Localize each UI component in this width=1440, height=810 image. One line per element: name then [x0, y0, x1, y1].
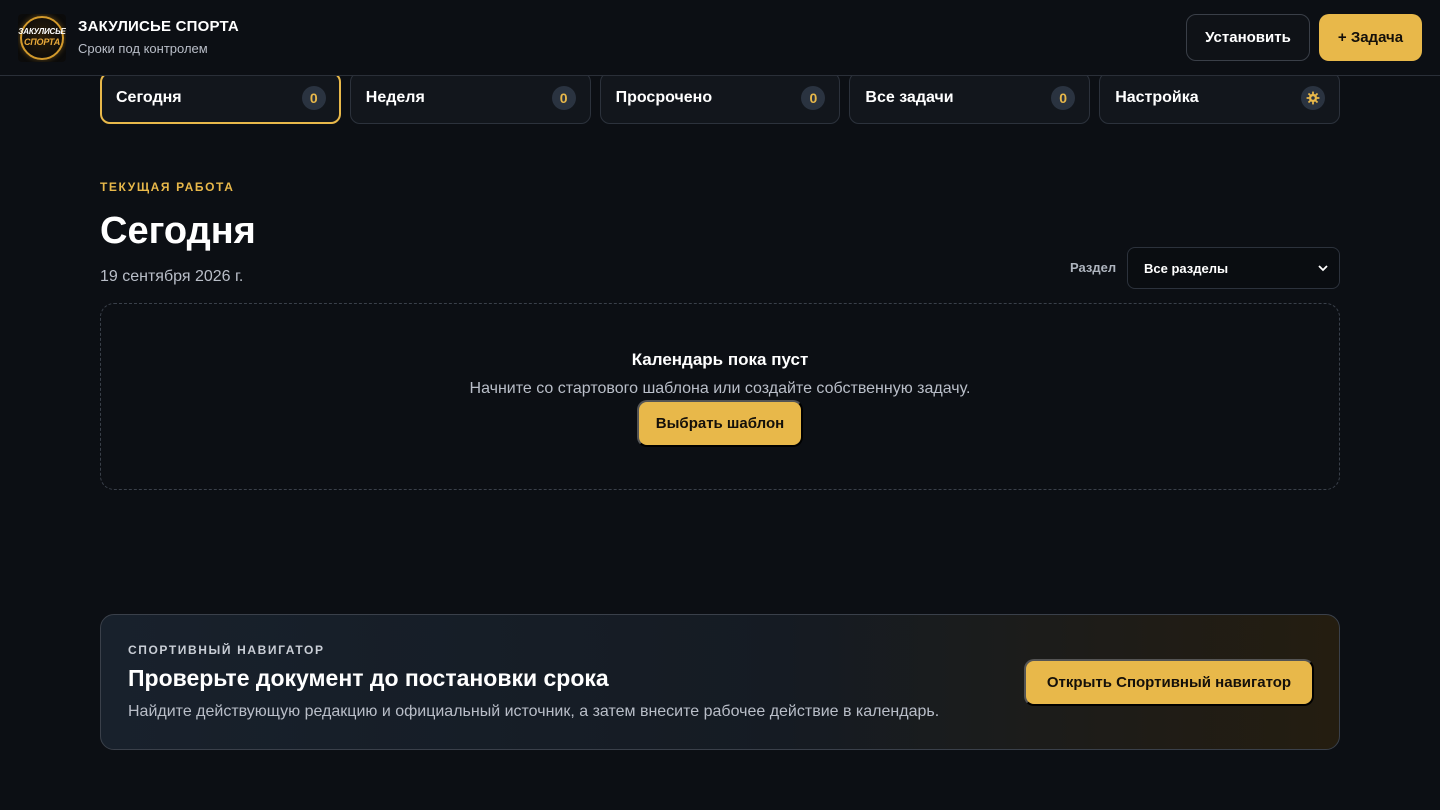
tab-all-tasks[interactable]: Все задачи 0 — [849, 72, 1091, 124]
section-filter-value: Все разделы — [1144, 260, 1229, 276]
tab-label: Просрочено — [615, 89, 713, 106]
current-date: 19 сентября 2026 г. — [100, 268, 244, 285]
top-bar: ЗАКУЛИСЬЕ СПОРТА ЗАКУЛИСЬЕ СПОРТА Сроки … — [0, 0, 1440, 76]
section-eyebrow: ТЕКУЩАЯ РАБОТА — [100, 180, 235, 194]
navigator-text: Найдите действующую редакцию и официальн… — [128, 703, 940, 720]
chevron-down-icon — [1318, 265, 1328, 272]
brand-subtitle: Сроки под контролем — [78, 41, 208, 56]
gear-icon — [1300, 86, 1325, 110]
tab-today[interactable]: Сегодня 0 — [100, 72, 341, 124]
tab-label: Неделя — [365, 89, 425, 106]
navigator-title: Проверьте документ до постановки срока — [128, 665, 609, 691]
open-navigator-button[interactable]: Открыть Спортивный навигатор — [1024, 659, 1314, 706]
section-filter-select[interactable]: Все разделы — [1127, 247, 1340, 289]
logo-text-bottom: СПОРТА — [23, 37, 61, 47]
empty-state-title: Календарь пока пуст — [631, 350, 809, 369]
choose-template-button[interactable]: Выбрать шаблон — [637, 400, 803, 447]
tab-count-badge: 0 — [551, 86, 576, 110]
tab-settings[interactable]: Настройка — [1099, 72, 1340, 124]
navigator-eyebrow: СПОРТИВНЫЙ НАВИГАТОР — [128, 643, 325, 657]
section-filter-label: Раздел — [1070, 260, 1117, 275]
install-button[interactable]: Установить — [1186, 14, 1310, 61]
tab-label: Все задачи — [865, 89, 954, 106]
tab-label: Настройка — [1115, 89, 1199, 106]
sport-navigator-card: СПОРТИВНЫЙ НАВИГАТОР Проверьте документ … — [100, 614, 1340, 750]
logo-text-top: ЗАКУЛИСЬЕ — [18, 27, 66, 36]
add-task-button[interactable]: + Задача — [1319, 14, 1422, 61]
tab-count-badge: 0 — [301, 86, 326, 110]
tab-overdue[interactable]: Просрочено 0 — [599, 72, 841, 124]
view-tabs: Сегодня 0 Неделя 0 Просрочено 0 Все зада… — [100, 72, 1340, 124]
empty-state-text: Начните со стартового шаблона или создай… — [469, 380, 971, 397]
tab-week[interactable]: Неделя 0 — [349, 72, 591, 124]
tab-count-badge: 0 — [801, 86, 826, 110]
tab-count-badge: 0 — [1051, 86, 1076, 110]
page-title: Сегодня — [100, 210, 256, 252]
empty-calendar-state: Календарь пока пуст Начните со стартовог… — [100, 303, 1340, 490]
brand-title: ЗАКУЛИСЬЕ СПОРТА — [78, 18, 239, 35]
brand-logo[interactable]: ЗАКУЛИСЬЕ СПОРТА — [18, 14, 66, 62]
tab-label: Сегодня — [116, 89, 182, 106]
